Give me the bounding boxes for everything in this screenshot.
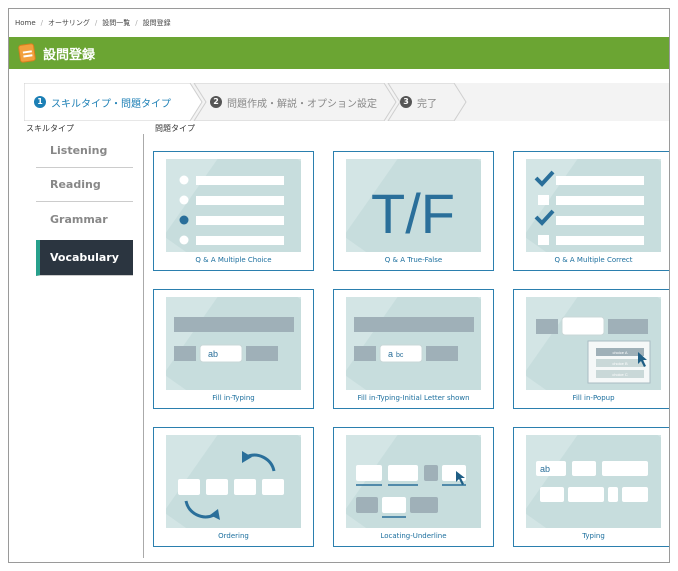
typing-sample: ab: [540, 464, 550, 474]
step-1-number: 1: [34, 96, 46, 108]
card-caption: Fill in-Popup: [572, 394, 615, 402]
popup-option: choice A: [612, 350, 627, 355]
card-caption: Q & A Multiple Choice: [195, 256, 272, 264]
popup-option: choice B: [612, 361, 628, 366]
card-caption: Fill in-Typing: [212, 394, 255, 402]
step-indicator: 1 スキルタイプ・問題タイプ 2 問題作成・解説・オプション設定 3 完了: [24, 83, 669, 121]
fill-popup-icon: choice A choice B choice C: [526, 297, 661, 390]
question-type-label: 問題タイプ: [155, 124, 195, 133]
card-caption: Q & A True-False: [384, 256, 443, 264]
typing-icon: ab: [526, 435, 661, 528]
locating-underline-icon: [346, 435, 481, 528]
card-multiple-choice[interactable]: Q & A Multiple Choice: [153, 151, 314, 271]
step-2[interactable]: 2 問題作成・解説・オプション設定: [210, 83, 377, 121]
divider: [143, 134, 144, 558]
page-frame: Home / オーサリング / 設問一覧 / 設問登録 設問登録 1 スキルタイプ・問題タイ…: [8, 8, 670, 563]
card-true-false[interactable]: T/F Q & A True-False: [333, 151, 494, 271]
fill-initial-letter-icon: a bc: [346, 297, 481, 390]
card-caption: Fill in-Typing-Initial Letter shown: [357, 394, 470, 402]
breadcrumb-separator: /: [135, 19, 138, 27]
breadcrumb-question-list[interactable]: 設問一覧: [102, 19, 130, 27]
step-1-label: スキルタイプ・問題タイプ: [51, 98, 171, 110]
card-caption: Q & A Multiple Correct: [554, 256, 633, 264]
breadcrumb: Home / オーサリング / 設問一覧 / 設問登録: [9, 9, 669, 37]
card-caption: Ordering: [218, 532, 249, 540]
skill-type-label: スキルタイプ: [26, 124, 74, 133]
sidebar-item-reading[interactable]: Reading: [36, 168, 133, 202]
card-fill-typing[interactable]: ab Fill in-Typing: [153, 289, 314, 409]
card-locating-underline[interactable]: Locating-Underline: [333, 427, 494, 547]
page-title: 設問登録: [43, 48, 96, 63]
sidebar-item-listening[interactable]: Listening: [36, 134, 133, 168]
breadcrumb-separator: /: [40, 19, 44, 27]
true-false-icon: T/F: [346, 159, 481, 252]
typed-letters-sample: bc: [396, 352, 404, 359]
card-caption: Locating-Underline: [380, 532, 447, 540]
sidebar-item-grammar[interactable]: Grammar: [36, 202, 133, 236]
skill-sidebar: Listening Reading Grammar Vocabulary: [36, 134, 133, 276]
breadcrumb-authoring[interactable]: オーサリング: [48, 19, 90, 27]
notebook-icon: [17, 42, 37, 64]
step-3[interactable]: 3 完了: [400, 83, 437, 121]
card-fill-popup[interactable]: choice A choice B choice C Fill in-Popup: [513, 289, 669, 409]
step-2-number: 2: [210, 96, 222, 108]
step-3-number: 3: [400, 96, 412, 108]
main-panel: 1 スキルタイプ・問題タイプ 2 問題作成・解説・オプション設定 3 完了 スキ…: [24, 83, 669, 562]
initial-letter-sample: a: [388, 349, 393, 359]
card-ordering[interactable]: Ordering: [153, 427, 314, 547]
sidebar-item-vocabulary[interactable]: Vocabulary: [36, 240, 133, 276]
ordering-icon: [166, 435, 301, 528]
step-1[interactable]: 1 スキルタイプ・問題タイプ: [34, 83, 171, 121]
typing-sample: ab: [208, 349, 218, 359]
breadcrumb-separator: /: [94, 19, 98, 27]
step-2-label: 問題作成・解説・オプション設定: [227, 98, 377, 110]
card-fill-initial-letter[interactable]: a bc Fill in-Typing-Initial Letter shown: [333, 289, 494, 409]
step-3-label: 完了: [417, 98, 437, 110]
card-typing[interactable]: ab Typing: [513, 427, 669, 547]
multiple-correct-icon: [526, 159, 661, 252]
breadcrumb-current: 設問登録: [142, 19, 171, 27]
card-multiple-correct[interactable]: Q & A Multiple Correct: [513, 151, 669, 271]
title-bar: 設問登録: [9, 37, 669, 69]
content-area: スキルタイプ 問題タイプ Listening Reading Grammar V…: [24, 121, 669, 562]
popup-option: choice C: [612, 372, 628, 377]
card-caption: Typing: [582, 532, 605, 540]
breadcrumb-home[interactable]: Home: [15, 19, 36, 27]
multiple-choice-icon: [166, 159, 301, 252]
true-false-text: T/F: [371, 182, 455, 245]
fill-typing-icon: ab: [166, 297, 301, 390]
